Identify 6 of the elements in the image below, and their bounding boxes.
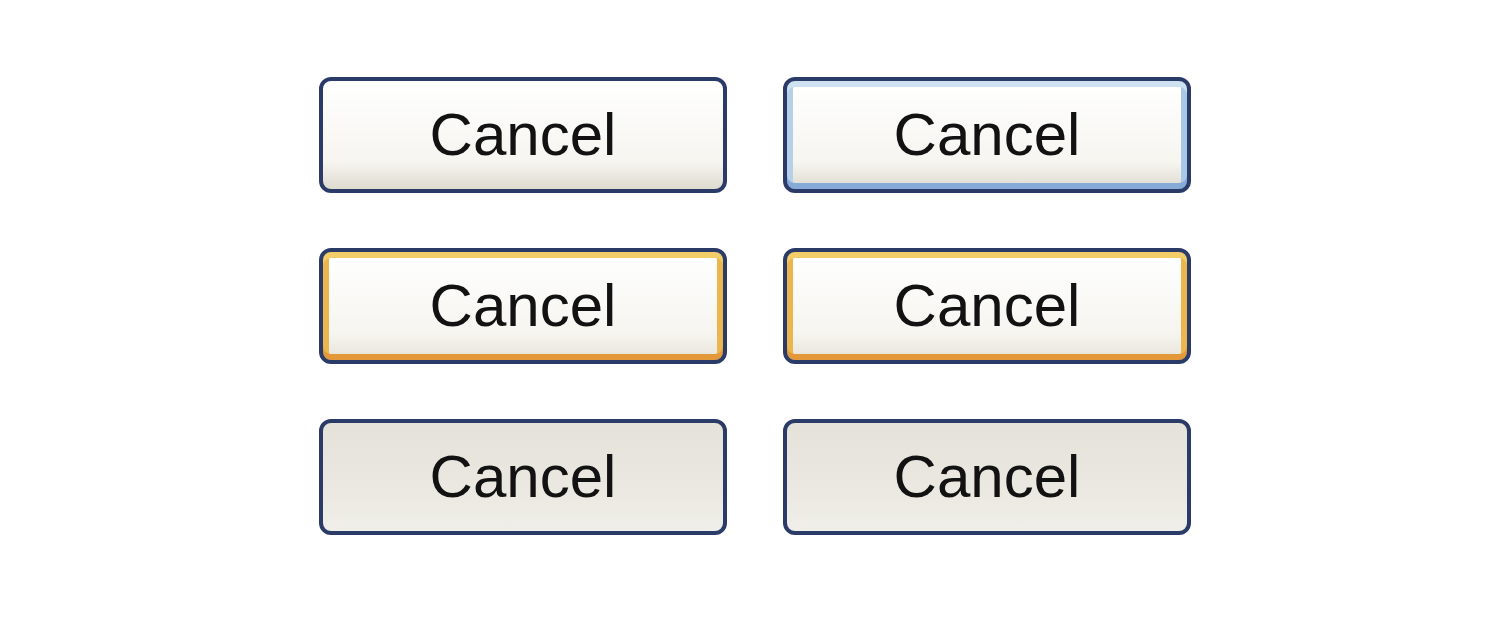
cancel-button[interactable]: Cancel (783, 419, 1191, 535)
cancel-button[interactable]: Cancel (783, 248, 1191, 364)
cancel-button[interactable]: Cancel (319, 77, 727, 193)
cancel-button[interactable]: Cancel (319, 419, 727, 535)
cancel-button[interactable]: Cancel (783, 77, 1191, 193)
cancel-button[interactable]: Cancel (319, 248, 727, 364)
